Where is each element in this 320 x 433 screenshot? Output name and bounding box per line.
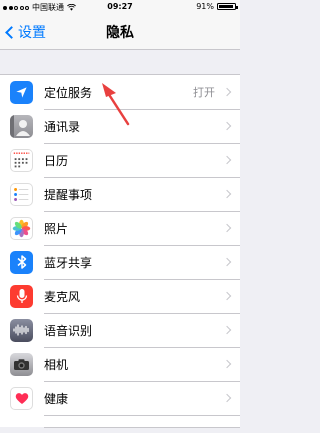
status-right: 91% [196,2,238,11]
list-item-label: 蓝牙共享 [44,255,93,270]
list-item-location-services[interactable]: 定位服务 打开 [0,75,240,109]
list-item-label: 提醒事项 [44,187,93,202]
list-item-label: 通讯录 [44,119,81,134]
list-item-microphone[interactable]: 麦克风 [0,279,240,313]
list-item-reminders[interactable]: 提醒事项 [0,177,240,211]
list-item-camera[interactable]: 相机 [0,347,240,381]
list-item-label: 麦克风 [44,289,81,304]
list-item-partial[interactable] [0,415,240,427]
list-item-label: 定位服务 [44,85,93,100]
list-item-bluetooth-sharing[interactable]: 蓝牙共享 [0,245,240,279]
list-item-label: 语音识别 [44,323,93,338]
navigation-bar: 设置 隐私 [0,14,240,50]
list-item-label: 健康 [44,391,69,406]
chevron-right-icon [222,155,232,165]
speech-waveform-icon [10,318,33,342]
microphone-icon [10,284,33,308]
list-item-health[interactable]: 健康 [0,381,240,415]
chevron-right-icon [222,189,232,199]
chevron-right-icon [222,291,232,301]
privacy-settings-list: 定位服务 打开 通讯录 日历 提醒事项 照片 蓝牙共享 麦克风 语音识别 相机 … [0,74,240,427]
reminders-icon [10,182,33,206]
chevron-right-icon [222,359,232,369]
chevron-right-icon [222,223,232,233]
list-item-speech-recognition[interactable]: 语音识别 [0,313,240,347]
list-item-label: 相机 [44,357,69,372]
chevron-right-icon [222,257,232,267]
health-heart-icon [10,386,33,410]
list-item-label: 日历 [44,153,69,168]
bluetooth-icon [10,250,33,274]
list-item-contacts[interactable]: 通讯录 [0,109,240,143]
list-item-calendar[interactable]: 日历 [0,143,240,177]
list-item-photos[interactable]: 照片 [0,211,240,245]
chevron-right-icon [222,87,232,97]
chevron-right-icon [222,393,232,403]
battery-percent: 91% [196,2,214,11]
camera-icon [10,352,33,376]
battery-icon [217,3,238,10]
list-item-value: 打开 [193,86,215,99]
location-arrow-icon [10,80,33,104]
chevron-right-icon [222,325,232,335]
calendar-icon [10,148,33,172]
list-item-label: 照片 [44,221,69,236]
contacts-icon [10,114,33,138]
photos-icon [10,216,33,240]
page-title: 隐私 [106,25,134,41]
chevron-right-icon [222,121,232,131]
status-bar: 中国联通 09:27 91% [0,0,240,14]
